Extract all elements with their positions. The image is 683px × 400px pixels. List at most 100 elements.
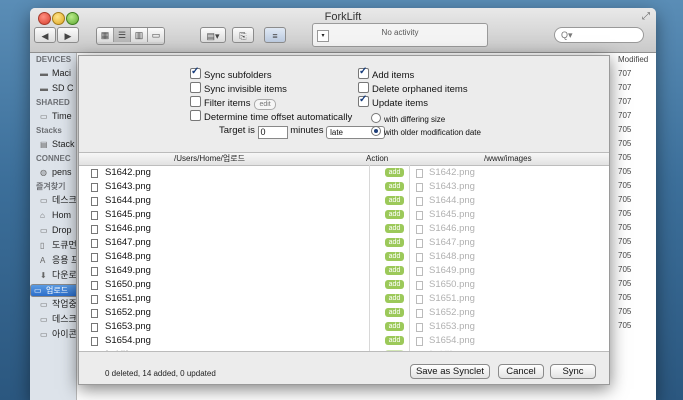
- sidebar-item-desktop-2[interactable]: ▭ 데스크: [30, 312, 76, 327]
- sync-button[interactable]: Sync: [550, 364, 596, 379]
- action-header[interactable]: Action: [366, 153, 388, 165]
- action-badge[interactable]: add: [385, 322, 404, 331]
- table-row[interactable]: S1648.png add S1648.png: [79, 250, 609, 264]
- document-icon: ▯: [40, 241, 45, 250]
- time-offset-option[interactable]: Determine time offset automatically: [190, 110, 352, 124]
- connect-button[interactable]: ⎘: [232, 27, 254, 43]
- action-badge[interactable]: add: [385, 252, 404, 261]
- action-badge[interactable]: add: [385, 238, 404, 247]
- sidebar-item-work[interactable]: ▭ 작업중: [30, 297, 76, 312]
- folder-icon: ▭: [40, 226, 48, 235]
- right-path-header[interactable]: /www/images: [484, 153, 532, 165]
- modified-cell: Modified: [618, 55, 649, 64]
- older-modification-option[interactable]: with older modification date: [371, 126, 481, 139]
- delete-orphaned-checkbox[interactable]: [358, 82, 369, 93]
- save-as-synclet-button[interactable]: Save as Synclet: [410, 364, 490, 379]
- coverflow-view-button[interactable]: ▭: [148, 28, 164, 42]
- back-button[interactable]: ◀: [34, 27, 56, 43]
- filter-items-checkbox[interactable]: [190, 96, 201, 107]
- differing-size-radio[interactable]: [371, 113, 381, 123]
- add-items-checkbox[interactable]: [358, 66, 369, 79]
- column-view-button[interactable]: ▥: [131, 28, 148, 42]
- modified-cell: 705: [618, 251, 632, 260]
- sync-invisible-option[interactable]: Sync invisible items: [190, 82, 287, 96]
- table-row[interactable]: S1643.png add S1643.png: [79, 180, 609, 194]
- fullscreen-icon[interactable]: ⤢: [642, 11, 650, 22]
- action-badge[interactable]: add: [385, 350, 404, 351]
- file-icon: [91, 309, 98, 318]
- table-row[interactable]: S1649.png add S1649.png: [79, 264, 609, 278]
- action-badge[interactable]: add: [385, 196, 404, 205]
- server-icon: ▭: [40, 112, 48, 121]
- source-file-name: S1645.png: [105, 209, 151, 220]
- table-row[interactable]: S1653.png add S1653.png: [79, 320, 609, 334]
- modified-cell: 705: [618, 195, 632, 204]
- action-badge[interactable]: add: [385, 224, 404, 233]
- action-badge[interactable]: add: [385, 182, 404, 191]
- action-badge[interactable]: add: [385, 168, 404, 177]
- update-items-option[interactable]: Update items: [358, 94, 428, 110]
- search-field[interactable]: Q▾: [554, 27, 644, 43]
- icon-view-button[interactable]: ▦: [97, 28, 114, 42]
- sidebar-item-icons[interactable]: ▭ 아이콘: [30, 327, 76, 342]
- add-items-option[interactable]: Add items: [358, 66, 414, 82]
- cancel-button[interactable]: Cancel: [498, 364, 544, 379]
- delete-orphaned-option[interactable]: Delete orphaned items: [358, 82, 468, 96]
- left-path-header[interactable]: /Users/Home/업로드: [174, 153, 245, 165]
- action-badge[interactable]: add: [385, 294, 404, 303]
- table-row[interactable]: S1642.png add S1642.png: [79, 166, 609, 180]
- table-row[interactable]: S1644.png add S1644.png: [79, 194, 609, 208]
- forward-button[interactable]: ▶: [57, 27, 79, 43]
- sidebar-item-time-capsule[interactable]: ▭ Time: [30, 109, 76, 124]
- table-row[interactable]: S1654.png add S1654.png: [79, 334, 609, 348]
- table-row[interactable]: S1646.png add S1646.png: [79, 222, 609, 236]
- table-row[interactable]: S1647.png add S1647.png: [79, 236, 609, 250]
- table-row[interactable]: S1651.png add S1651.png: [79, 292, 609, 306]
- action-badge[interactable]: add: [385, 336, 404, 345]
- sync-invisible-checkbox[interactable]: [190, 82, 201, 93]
- target-file-name: forklift.png: [429, 348, 473, 351]
- sidebar-item-applications[interactable]: A 응용 프: [30, 253, 76, 268]
- view-mode-selector: ▦ ☰ ▥ ▭: [96, 27, 165, 45]
- sidebar: DEVICES ▬ Maci ▬ SD C SHARED ▭ Time Stacks …: [30, 53, 77, 400]
- target-file-name: S1646.png: [429, 223, 475, 234]
- file-icon: [91, 337, 98, 346]
- sidebar-item-stack[interactable]: ▤ Stack: [30, 137, 76, 152]
- sidebar-item-connection[interactable]: ◍ pens: [30, 165, 76, 180]
- sidebar-item-downloads[interactable]: ⬇ 다운로: [30, 268, 76, 283]
- sync-subfolders-checkbox[interactable]: [190, 66, 201, 79]
- file-icon: [91, 281, 98, 290]
- target-offset-input[interactable]: 0: [257, 126, 288, 139]
- sidebar-item-home[interactable]: ⌂ Hom: [30, 208, 76, 223]
- source-file-name: S1647.png: [105, 237, 151, 248]
- source-file-name: S1643.png: [105, 181, 151, 192]
- action-badge[interactable]: add: [385, 210, 404, 219]
- modified-column: Modified 707 707 707 707 705 705 705 705 705 705 70…: [616, 53, 656, 400]
- list-view-button[interactable]: ☰: [114, 28, 131, 42]
- sidebar-item-dropbox[interactable]: ▭ Drop: [30, 223, 76, 238]
- filter-edit-button[interactable]: edit: [254, 99, 276, 110]
- sidebar-item-desktop[interactable]: ▭ 데스크: [30, 193, 76, 208]
- sync-subfolders-option[interactable]: Sync subfolders: [190, 66, 272, 82]
- file-icon: [416, 183, 423, 192]
- action-badge[interactable]: add: [385, 280, 404, 289]
- sidebar-item-sd-card[interactable]: ▬ SD C: [30, 81, 76, 96]
- table-row[interactable]: forklift.png add forklift.png: [79, 348, 609, 351]
- filter-items-option[interactable]: Filter items edit: [190, 96, 276, 110]
- action-menu-button[interactable]: ▤▾: [200, 27, 226, 43]
- sidebar-item-documents[interactable]: ▯ 도큐먼: [30, 238, 76, 253]
- differing-size-option[interactable]: with differing size: [371, 113, 445, 126]
- table-row[interactable]: S1652.png add S1652.png: [79, 306, 609, 320]
- sidebar-item-uploads[interactable]: ▭ 업로드: [30, 284, 76, 297]
- update-items-checkbox[interactable]: [358, 94, 369, 107]
- sidebar-item-macintosh[interactable]: ▬ Maci: [30, 66, 76, 81]
- drive-icon: ▬: [40, 69, 48, 78]
- source-file-name: S1642.png: [105, 167, 151, 178]
- action-badge[interactable]: add: [385, 308, 404, 317]
- action-badge[interactable]: add: [385, 266, 404, 275]
- time-offset-checkbox[interactable]: [190, 110, 201, 121]
- older-modification-radio[interactable]: [371, 126, 381, 136]
- table-row[interactable]: S1645.png add S1645.png: [79, 208, 609, 222]
- table-row[interactable]: S1650.png add S1650.png: [79, 278, 609, 292]
- sync-toolbar-button[interactable]: ≡: [264, 27, 286, 43]
